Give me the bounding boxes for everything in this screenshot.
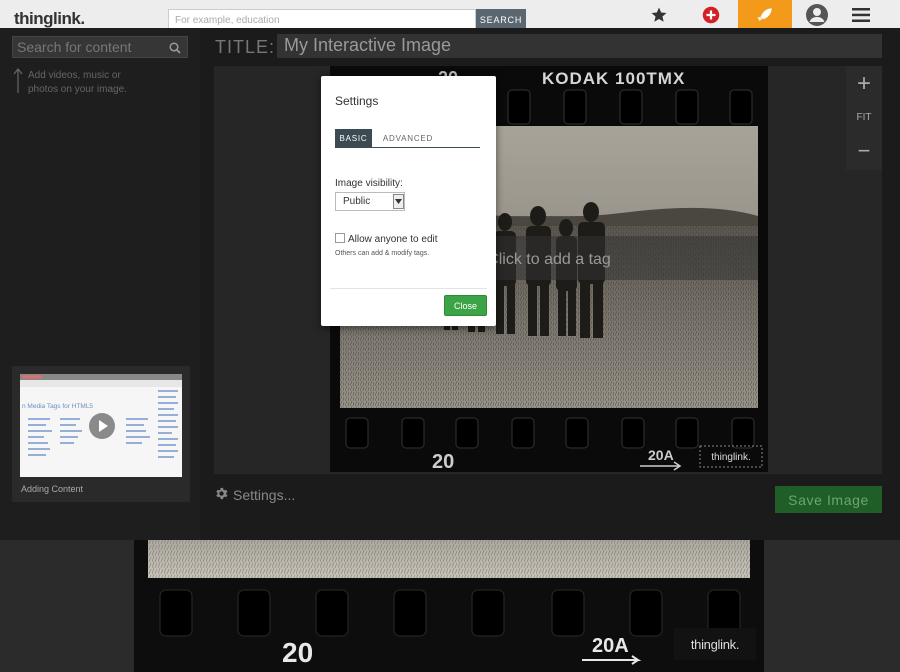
visibility-select[interactable]: Public [335,192,405,211]
title-input[interactable]: My Interactive Image [277,34,882,58]
visibility-label: Image visibility: [335,178,403,189]
bg-frame-left: 20 [282,637,313,668]
gear-icon[interactable] [214,486,229,504]
chevron-down-icon[interactable] [393,194,404,209]
star-icon[interactable] [632,0,686,30]
film-label: KODAK 100TMX [542,69,685,88]
film-frame-bottom-right: 20A [648,447,674,463]
bg-frame-right: 20A [592,635,629,657]
video-thumbnail[interactable]: n Media Tags for HTML5 [20,374,182,477]
image-canvas[interactable]: 20 KODAK 100TMX Click to ad [214,66,882,474]
film-frame-bottom-left: 20 [432,451,454,472]
zoom-in-button[interactable]: + [846,70,882,98]
zoom-fit-button[interactable]: FIT [846,112,882,123]
sidebar-hint: Add videos, music or photos on your imag… [28,70,127,95]
visibility-value: Public [343,196,371,207]
allow-edit-label[interactable]: Allow anyone to edit [348,234,438,245]
title-label: TITLE: [215,37,276,57]
hamburger-menu-icon[interactable] [834,0,888,30]
tab-divider [335,147,480,148]
allow-edit-checkbox[interactable] [335,233,345,243]
plus-circle-icon[interactable] [684,0,738,30]
rocket-icon[interactable] [738,0,792,30]
zoom-panel: + FIT − [846,66,882,170]
zoom-out-button[interactable]: − [846,138,882,164]
content-search-input[interactable]: Search for content [12,36,188,58]
video-title: Adding Content [21,484,84,494]
thinglink-logo[interactable]: thinglink. [14,9,85,29]
bg-thinglink-watermark: thinglink. [674,628,756,660]
close-button[interactable]: Close [444,295,487,316]
tab-basic[interactable]: BASIC [335,129,372,148]
editor-watermark: thinglink. [711,452,750,463]
tab-advanced[interactable]: ADVANCED [379,129,437,148]
top-nav-bar: thinglink. For example, education SEARCH [0,0,900,31]
modal-title: Settings [335,94,379,108]
settings-modal: Settings BASIC ADVANCED Image visibility… [321,76,496,326]
play-button-icon[interactable] [88,412,116,445]
click-to-add-tag[interactable]: Click to add a tag [487,251,611,268]
settings-link[interactable]: Settings... [214,486,295,504]
allow-edit-hint: Others can add & modify tags. [335,250,430,257]
save-image-button[interactable]: Save Image [775,486,882,513]
arrow-up-icon [12,68,24,99]
content-sidebar: Search for content Add videos, music or … [0,28,200,540]
modal-divider [330,288,487,289]
video-card[interactable]: n Media Tags for HTML5 Adding Content [12,366,190,502]
settings-link-label[interactable]: Settings... [233,487,295,503]
search-icon[interactable] [169,41,181,59]
